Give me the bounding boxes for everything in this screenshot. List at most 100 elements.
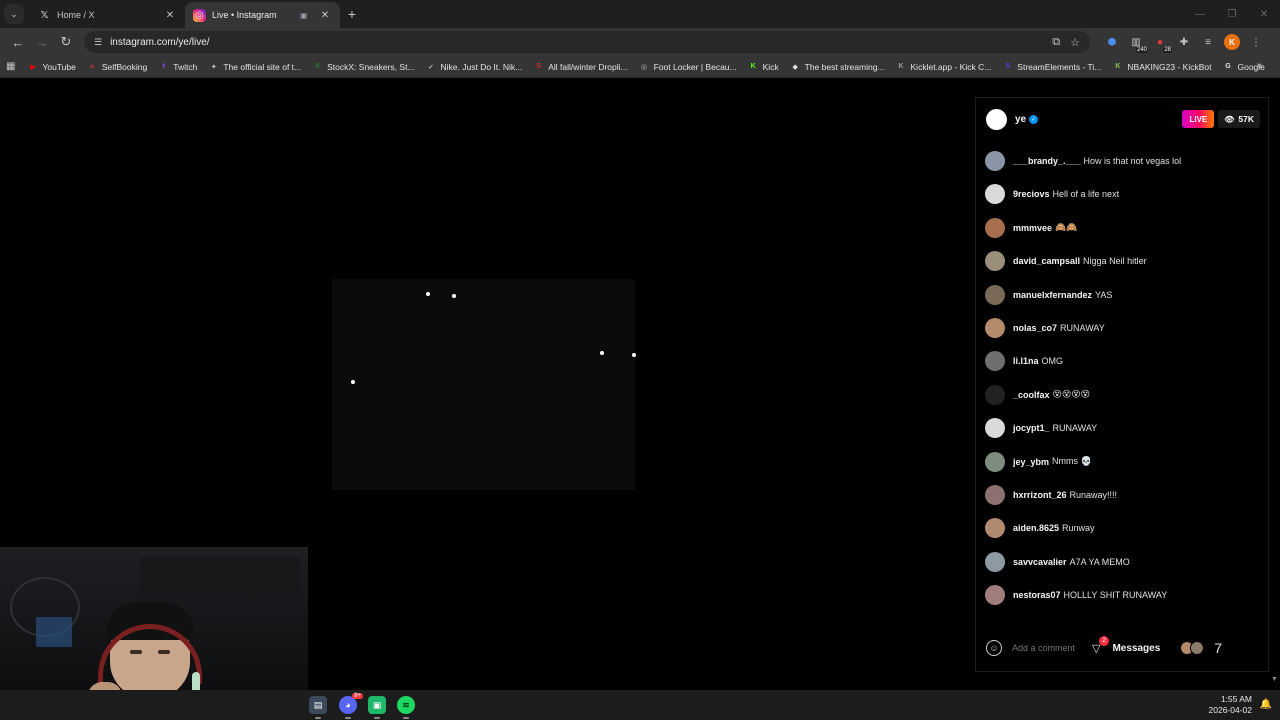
comment-username[interactable]: mmmvee — [1013, 223, 1052, 233]
comment-username[interactable]: jocypt1_ — [1013, 423, 1050, 433]
kebab-menu-icon[interactable]: ⋮ — [1244, 30, 1268, 54]
bookmark-item[interactable]: ◆ The best streaming... — [790, 61, 884, 72]
comment-row: _coolfax 😵😵😵😵 — [985, 383, 1090, 407]
avatar[interactable] — [985, 151, 1005, 171]
bookmark-favicon-icon: ◆ — [792, 63, 798, 71]
discord-icon[interactable]: ◕ 9+ — [339, 693, 363, 714]
bookmark-list: ▶ YouTube ✈ SelfBooking t Twitch ✦ The official… — [27, 61, 1275, 72]
bookmark-item[interactable]: t Twitch — [158, 61, 198, 72]
bookmark-favicon-icon: K — [750, 63, 756, 70]
bookmark-item[interactable]: ✦ The official site of t... — [208, 61, 301, 72]
more-bookmarks-icon[interactable]: » — [1256, 60, 1262, 71]
comment-text: A7A YA MEMO — [1069, 556, 1130, 567]
bookmark-item[interactable]: X StockX: Sneakers, St... — [312, 61, 414, 72]
clock-date: 2026-04-02 — [1208, 705, 1252, 715]
live-username[interactable]: ye — [1015, 114, 1026, 125]
comment-text: Runaway!!!! — [1069, 490, 1118, 500]
comment-text: Nigga Neil hitler — [1083, 256, 1147, 267]
tab-home-x[interactable]: 𝕏 Home / X ✕ — [30, 2, 185, 28]
close-window-icon[interactable]: ✕ — [1248, 0, 1280, 28]
comment-username[interactable]: aiden.8625 — [1013, 523, 1059, 533]
comment-username[interactable]: manuelxfernandez — [1013, 290, 1092, 300]
comment-text: How is that not vegas lol — [1083, 156, 1182, 166]
comment-text: RUNAWAY — [1052, 423, 1098, 434]
bookmark-item[interactable]: ✓ Nike. Just Do It. Nik... — [426, 61, 523, 72]
avatar[interactable] — [986, 108, 1007, 130]
bookmark-item[interactable]: K Kicklet.app - Kick C... — [896, 61, 991, 72]
comment-username[interactable]: nolas_co7 — [1013, 323, 1057, 333]
close-tab-icon[interactable]: ✕ — [163, 10, 177, 21]
restore-icon[interactable]: ❐ — [1216, 0, 1248, 28]
bookmark-item[interactable]: S StreamElements - Ti... — [1002, 61, 1101, 72]
clock-time: 1:55 AM — [1220, 694, 1252, 704]
close-tab-icon[interactable]: ✕ — [318, 10, 332, 21]
address-bar[interactable]: ☰ instagram.com/ye/live/ ⧉ ☆ — [84, 31, 1090, 53]
chart-icon: ▥ — [1131, 36, 1141, 48]
extensions-puzzle-icon[interactable]: ✚ — [1172, 30, 1196, 54]
forward-button[interactable]: → — [30, 30, 54, 54]
notification-bell-icon[interactable]: 🔔 — [1260, 699, 1272, 710]
bookmark-favicon-icon: S — [536, 63, 542, 70]
minimize-icon[interactable]: — — [1184, 0, 1216, 28]
extension-icon[interactable]: ⬢ — [1100, 30, 1124, 54]
comment-username[interactable]: david_campsall — [1013, 256, 1080, 266]
avatar[interactable] — [985, 318, 1005, 338]
avatar[interactable] — [985, 217, 1005, 238]
avatar[interactable] — [985, 384, 1005, 405]
avatar[interactable] — [985, 418, 1005, 439]
profile-button[interactable]: K — [1220, 30, 1244, 54]
messages-button[interactable]: Messages — [1112, 643, 1160, 654]
avatar[interactable] — [985, 351, 1005, 372]
install-app-icon[interactable]: ⧉ — [1052, 36, 1060, 49]
comment-username[interactable]: nestoras07 — [1013, 590, 1061, 600]
back-button[interactable]: ← — [6, 30, 30, 54]
tab-title: Live • Instagram — [212, 10, 277, 20]
avatar[interactable] — [985, 251, 1005, 272]
comment-username[interactable]: jey_ybm — [1013, 457, 1049, 467]
tab-instagram-live[interactable]: ◎ Live • Instagram ▣ ✕ — [185, 2, 340, 28]
comment-username[interactable]: 9reciovs — [1013, 189, 1050, 199]
avatar[interactable] — [985, 551, 1005, 572]
comment-row: li.l1na OMG — [985, 349, 1063, 373]
bookmark-item[interactable]: ◎ Foot Locker | Becau... — [639, 61, 737, 72]
reload-button[interactable]: ↻ — [54, 30, 78, 54]
bookmark-star-icon[interactable]: ☆ — [1070, 36, 1080, 49]
bookmark-item[interactable]: ▶ YouTube — [27, 61, 76, 72]
bookmark-item[interactable]: K Kick — [748, 61, 779, 72]
avatar[interactable] — [985, 451, 1005, 472]
comment-username[interactable]: _coolfax — [1013, 390, 1050, 400]
spotify-icon[interactable]: ≋ — [397, 696, 415, 714]
apps-grid-icon[interactable]: ▦ — [6, 61, 15, 72]
media-control-icon[interactable]: ≡ — [1196, 30, 1220, 54]
comment-username[interactable]: hxrrizont_26 — [1013, 490, 1067, 500]
comment-username[interactable]: ___brandy_.___ — [1013, 156, 1081, 166]
avatar[interactable] — [985, 585, 1005, 606]
comment-username[interactable]: li.l1na — [1013, 356, 1039, 366]
tab-search-button[interactable]: ⌄ — [4, 4, 24, 24]
avatar[interactable] — [985, 518, 1005, 539]
funnel-icon[interactable]: ▽ 2 — [1092, 635, 1109, 655]
message-avatars[interactable] — [1180, 641, 1205, 655]
extension-icon[interactable]: ● 28 — [1148, 30, 1172, 54]
bookmark-label: Nike. Just Do It. Nik... — [440, 61, 523, 72]
bookmark-item[interactable]: ✈ SelfBooking — [87, 61, 147, 72]
comment-input[interactable] — [1012, 643, 1082, 653]
avatar[interactable] — [985, 284, 1005, 305]
comment-text: YAS — [1095, 289, 1113, 300]
comment-username[interactable]: savvcavalier — [1013, 557, 1067, 567]
app-icon[interactable]: ▣ — [368, 696, 386, 714]
file-explorer-icon[interactable]: ▤ — [309, 696, 327, 714]
arrow-right-icon: → — [35, 34, 49, 50]
avatar[interactable] — [985, 184, 1005, 205]
site-settings-icon[interactable]: ☰ — [94, 37, 102, 48]
bookmark-item[interactable]: K NBAKING23 - KickBot — [1112, 61, 1211, 72]
avatar[interactable] — [985, 485, 1005, 505]
new-tab-button[interactable]: + — [340, 2, 364, 26]
scroll-down-icon[interactable]: ▼ — [1271, 676, 1278, 683]
bookmark-item[interactable]: S All fall/winter Dropli... — [533, 61, 627, 72]
emoji-icon[interactable]: ☺ — [986, 640, 1002, 656]
extension-icon[interactable]: ▥ 240 — [1124, 30, 1148, 54]
system-clock[interactable]: 1:55 AM 2026-04-02 — [1209, 694, 1252, 716]
media-playing-icon[interactable]: ▣ — [300, 11, 312, 20]
comment-text: Nmms 💀 — [1052, 456, 1092, 467]
